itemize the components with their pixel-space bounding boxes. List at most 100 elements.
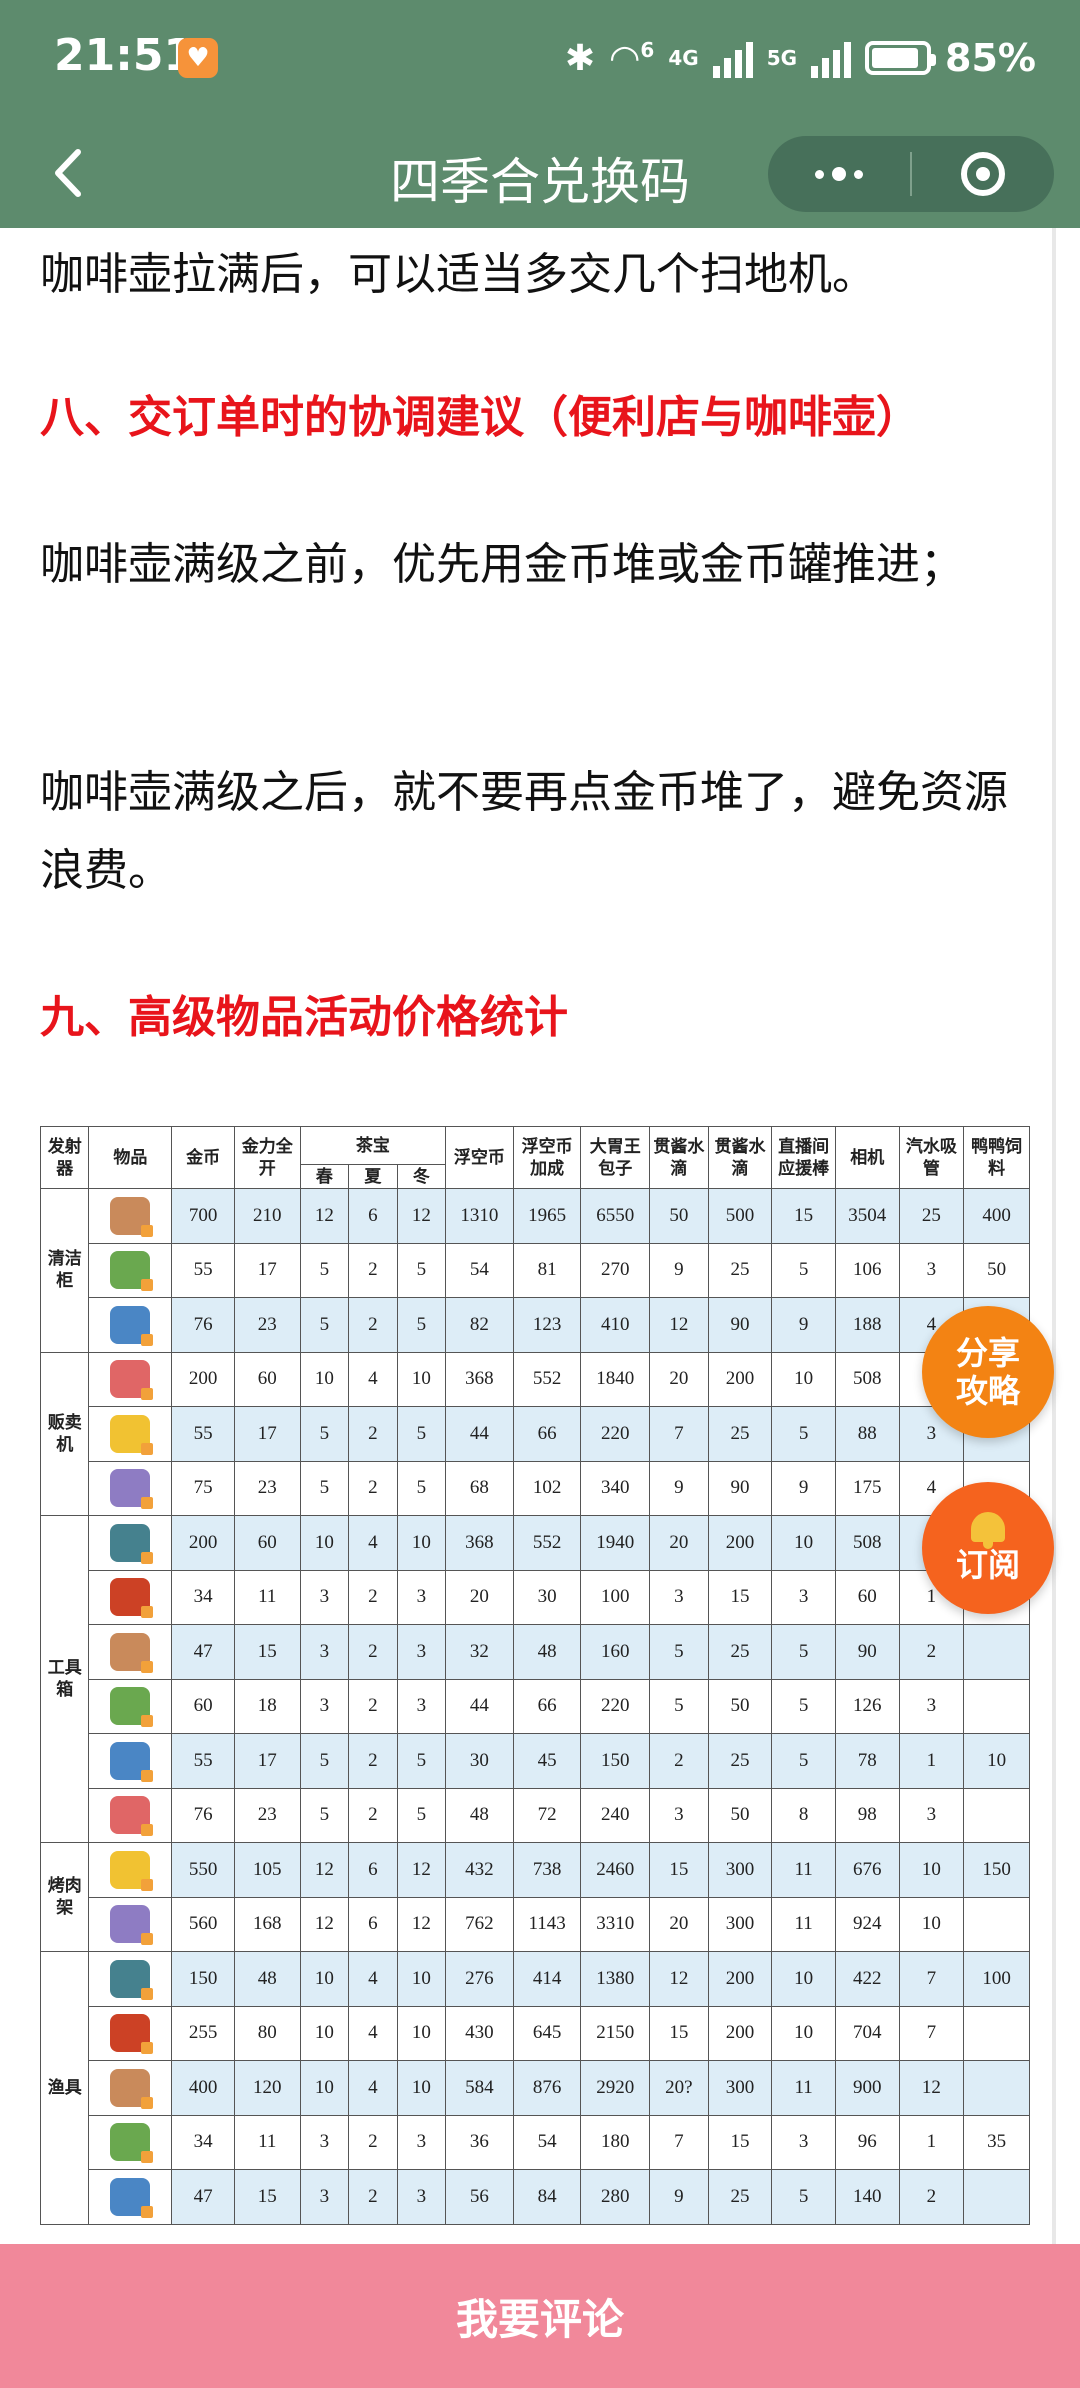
col-bun: 大胃王包子 xyxy=(580,1126,651,1189)
value-cell: 126 xyxy=(834,1678,900,1734)
value-cell: 3 xyxy=(299,1624,350,1680)
value-cell: 12 xyxy=(396,1896,447,1952)
value-cell: 9 xyxy=(649,1242,709,1298)
value-cell: 368 xyxy=(445,1351,514,1407)
value-cell: 3 xyxy=(649,1787,709,1843)
value-cell: 430 xyxy=(445,2005,514,2061)
value-cell: 400 xyxy=(171,2060,235,2116)
value-cell: 5 xyxy=(396,1297,447,1353)
value-cell: 96 xyxy=(834,2114,900,2170)
value-cell: 2 xyxy=(348,1787,398,1843)
value-cell: 100 xyxy=(963,1951,1030,2007)
value-cell: 90 xyxy=(834,1624,900,1680)
value-cell: 25 xyxy=(707,1733,773,1789)
battery-icon xyxy=(865,41,937,75)
value-cell: 5 xyxy=(771,1624,836,1680)
value-cell: 2 xyxy=(649,1733,709,1789)
value-cell: 10 xyxy=(299,2060,350,2116)
item-icon-cell xyxy=(88,1460,173,1516)
value-cell: 4 xyxy=(348,2005,398,2061)
value-cell: 48 xyxy=(445,1787,514,1843)
value-cell: 1 xyxy=(898,2114,965,2170)
value-cell: 10 xyxy=(299,1951,350,2007)
value-cell: 3 xyxy=(898,1787,965,1843)
col-duck: 鸭鸭饲料 xyxy=(963,1126,1030,1189)
value-cell: 15 xyxy=(707,2114,773,2170)
launcher-group-cell: 工具箱 xyxy=(39,1515,90,1843)
value-cell: 368 xyxy=(445,1515,514,1571)
value-cell: 9 xyxy=(771,1297,836,1353)
col-gold: 金币 xyxy=(171,1126,235,1189)
col-power: 金力全开 xyxy=(233,1126,301,1189)
close-button[interactable] xyxy=(912,136,1054,212)
value-cell: 5 xyxy=(396,1406,447,1462)
table-row: 55 17 5 2 5 44 66 220 7 25 5 88 3 xyxy=(41,1406,1030,1462)
table-row: 76 23 5 2 5 82 123 410 12 90 9 188 4 xyxy=(41,1297,1030,1353)
value-cell: 6550 xyxy=(580,1188,651,1244)
value-cell: 7 xyxy=(898,1951,965,2007)
value-cell: 700 xyxy=(171,1188,235,1244)
value-cell: 6 xyxy=(348,1842,398,1898)
table-row: 75 23 5 2 5 68 102 340 9 90 9 175 4 xyxy=(41,1460,1030,1516)
value-cell: 10 xyxy=(396,1515,447,1571)
item-icon-cell xyxy=(88,1297,173,1353)
article-content[interactable]: 咖啡壶拉满后，可以适当多交几个扫地机。 八、交订单时的协调建议（便利店与咖啡壶）… xyxy=(26,228,1054,2244)
value-cell: 2150 xyxy=(580,2005,651,2061)
value-cell: 10 xyxy=(299,1515,350,1571)
value-cell: 500 xyxy=(707,1188,773,1244)
value-cell: 15 xyxy=(233,2169,301,2225)
value-cell: 1965 xyxy=(512,1188,582,1244)
value-cell: 9 xyxy=(771,1460,836,1516)
value-cell: 5 xyxy=(649,1624,709,1680)
value-cell: 2 xyxy=(348,1242,398,1298)
network-5g-label: 5G xyxy=(766,46,798,70)
value-cell: 168 xyxy=(233,1896,301,1952)
item-icon-cell xyxy=(88,1569,173,1625)
item-icon xyxy=(110,1523,154,1564)
value-cell: 3 xyxy=(898,1678,965,1734)
item-icon xyxy=(110,1251,154,1292)
value-cell: 3 xyxy=(771,1569,836,1625)
value-cell: 200 xyxy=(171,1515,235,1571)
value-cell: 9 xyxy=(649,1460,709,1516)
value-cell: 3 xyxy=(649,1569,709,1625)
launcher-group-cell: 渔具 xyxy=(39,1951,90,2225)
item-icon xyxy=(110,1578,154,1619)
miniprogram-close-icon xyxy=(961,152,1005,196)
value-cell: 150 xyxy=(171,1951,235,2007)
item-icon xyxy=(110,1632,154,1673)
item-icon xyxy=(110,1196,154,1237)
value-cell: 3 xyxy=(396,2169,447,2225)
value-cell: 12 xyxy=(649,1297,709,1353)
share-guide-button[interactable]: 分享攻略 xyxy=(922,1306,1054,1438)
more-button[interactable] xyxy=(768,136,910,212)
value-cell: 123 xyxy=(512,1297,582,1353)
value-cell: 25 xyxy=(898,1188,965,1244)
value-cell: 150 xyxy=(963,1842,1030,1898)
value-cell: 90 xyxy=(707,1460,773,1516)
value-cell: 5 xyxy=(299,1787,350,1843)
value-cell: 300 xyxy=(707,1896,773,1952)
subscribe-button[interactable]: 订阅 xyxy=(922,1482,1054,1614)
launcher-group-cell: 烤肉架 xyxy=(39,1842,90,1952)
value-cell xyxy=(963,1787,1030,1843)
value-cell: 270 xyxy=(580,1242,651,1298)
value-cell: 34 xyxy=(171,2114,235,2170)
price-table-image[interactable]: 发射器 物品 金币 金力全开 茶宝 浮空币 浮空币加成 大胃王包子 贯酱水滴 贯… xyxy=(39,1126,1030,2225)
value-cell: 20? xyxy=(649,2060,709,2116)
launcher-group-cell: 贩卖机 xyxy=(39,1351,90,1516)
value-cell: 25 xyxy=(707,1624,773,1680)
table-row: 60 18 3 2 3 44 66 220 5 50 5 126 3 xyxy=(41,1678,1030,1734)
share-guide-label: 分享攻略 xyxy=(955,1334,1020,1410)
value-cell: 44 xyxy=(445,1678,514,1734)
section-heading-9: 九、高级物品活动价格统计 xyxy=(40,992,568,1043)
comment-button[interactable]: 我要评论 xyxy=(0,2286,1080,2347)
item-icon-cell xyxy=(88,1951,173,2007)
value-cell: 23 xyxy=(233,1460,301,1516)
comment-bar[interactable]: 我要评论 xyxy=(0,2244,1080,2388)
value-cell: 30 xyxy=(512,1569,582,1625)
value-cell: 88 xyxy=(834,1406,900,1462)
value-cell: 23 xyxy=(233,1787,301,1843)
value-cell: 55 xyxy=(171,1733,235,1789)
item-icon-cell xyxy=(88,2114,173,2170)
